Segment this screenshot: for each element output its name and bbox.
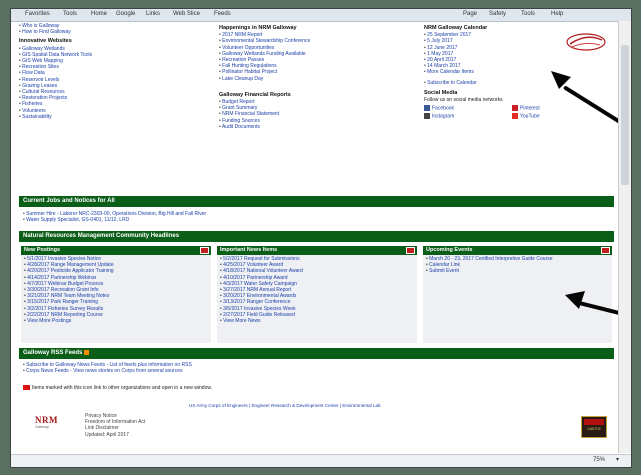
events-list: March 20 - 23, 2017 Certified Interpreti… bbox=[426, 256, 609, 275]
tools-right-menu[interactable]: Tools bbox=[521, 11, 535, 17]
top-left-column: Who is Galloway How to Find Galloway Inn… bbox=[19, 23, 209, 120]
list-item[interactable]: Lake Cleanup Day bbox=[219, 76, 414, 82]
panel-expand-button[interactable] bbox=[406, 247, 415, 254]
view-more-postings-link[interactable]: View More Postings bbox=[24, 318, 208, 324]
news-panel: Important News Items 5/2/2017 Request fo… bbox=[217, 246, 417, 343]
youtube-icon bbox=[512, 113, 518, 120]
google-menu[interactable]: Google bbox=[116, 11, 135, 17]
news-header: Important News Items bbox=[217, 246, 417, 255]
feeds-menu[interactable]: Feeds bbox=[214, 11, 231, 17]
notice-text: Items marked with this icon link to othe… bbox=[32, 385, 213, 391]
nrm-footer-logo: NRM Gateway bbox=[35, 415, 65, 433]
page-menu[interactable]: Page bbox=[463, 11, 477, 17]
favorites-menu[interactable]: Favorites bbox=[25, 11, 50, 17]
external-link-icon bbox=[23, 385, 30, 391]
browser-toolbar: Favorites Tools Home Google Links Web Sl… bbox=[11, 9, 631, 22]
nrm-logo-text: NRM bbox=[35, 415, 58, 425]
instagram-icon bbox=[424, 113, 430, 120]
panel-expand-button[interactable] bbox=[200, 247, 209, 254]
status-bar: 75% ▾ bbox=[11, 454, 631, 467]
nrm-headlines-bar: Natural Resources Management Community H… bbox=[19, 231, 614, 242]
footer-info: Privacy Notice Freedom of Information Ac… bbox=[85, 413, 185, 438]
scrollbar-thumb[interactable] bbox=[621, 45, 629, 185]
castle-badge-top bbox=[584, 419, 604, 425]
castle-badge-text: CASTLE bbox=[587, 427, 601, 431]
social-row: Instagram YouTube bbox=[424, 113, 609, 121]
news-title: Important News Items bbox=[220, 247, 278, 253]
news-list: 5/2/2017 Request for Submissions 4/25/20… bbox=[220, 256, 414, 324]
financial-heading: Galloway Financial Reports bbox=[219, 91, 291, 98]
chevron-down-icon[interactable]: ▾ bbox=[616, 456, 619, 463]
footer-link[interactable]: Environmental Lab bbox=[342, 403, 380, 408]
rss-title: Galloway RSS Feeds bbox=[23, 350, 83, 356]
pinterest-link[interactable]: Pinterest bbox=[512, 105, 540, 112]
new-postings-list: 5/1/2017 Invasive Species Notice 4/28/20… bbox=[24, 256, 208, 324]
rss-bar: Galloway RSS Feeds bbox=[19, 348, 614, 359]
web-slice-menu[interactable]: Web Slice bbox=[173, 11, 200, 17]
list-item[interactable]: Sustainability bbox=[19, 114, 209, 120]
job-link[interactable]: Water Supply Specialist, GS-0401, 11/12,… bbox=[23, 217, 603, 223]
web-page: Who is Galloway How to Find Galloway Inn… bbox=[19, 23, 631, 448]
nrm-logo-sub: Gateway bbox=[35, 425, 49, 429]
footer-link[interactable]: Engineer Research & Development Center bbox=[251, 403, 338, 408]
new-postings-header: New Postings bbox=[21, 246, 211, 255]
castle-badge: CASTLE bbox=[581, 416, 607, 438]
help-menu[interactable]: Help bbox=[551, 11, 563, 17]
vertical-scrollbar[interactable] bbox=[618, 21, 631, 453]
tools-menu[interactable]: Tools bbox=[63, 11, 77, 17]
jobs-bar: Current Jobs and Notices for All bbox=[19, 196, 614, 207]
browser-window: Favorites Tools Home Google Links Web Sl… bbox=[10, 8, 632, 468]
instagram-link[interactable]: Instagram bbox=[424, 113, 454, 120]
innovative-websites-heading: Innovative Websites bbox=[19, 38, 72, 45]
links-menu[interactable]: Links bbox=[146, 11, 160, 17]
list-item[interactable]: How to Find Galloway bbox=[19, 29, 209, 35]
list-item[interactable]: Audit Documents bbox=[219, 124, 414, 130]
footer-link[interactable]: US Army Corps of Engineers bbox=[189, 403, 248, 408]
external-link-notice: Items marked with this icon link to othe… bbox=[23, 385, 603, 391]
new-postings-panel: New Postings 5/1/2017 Invasive Species N… bbox=[21, 246, 211, 343]
youtube-link[interactable]: YouTube bbox=[512, 113, 540, 120]
rss-icon[interactable] bbox=[84, 349, 90, 355]
safety-menu[interactable]: Safety bbox=[489, 11, 506, 17]
calendar-date[interactable]: More Calendar Items bbox=[424, 69, 609, 75]
view-more-news-link[interactable]: View More News bbox=[220, 318, 414, 324]
list-item[interactable]: Submit Event bbox=[426, 268, 609, 274]
facebook-link[interactable]: Facebook bbox=[424, 105, 454, 112]
footer-links: US Army Corps of Engineers | Engineer Re… bbox=[189, 403, 381, 408]
arrowhead-icon bbox=[565, 291, 585, 309]
jobs-list: Summer Hire - Laborer NRC-2303-00, Opera… bbox=[23, 211, 603, 223]
zoom-level[interactable]: 75% bbox=[593, 457, 605, 463]
events-title: Upcoming Events bbox=[426, 247, 473, 253]
new-postings-title: New Postings bbox=[24, 247, 61, 253]
footer-line: Updated: April 2017 bbox=[85, 431, 129, 438]
home-menu[interactable]: Home bbox=[91, 11, 107, 17]
arrowhead-icon bbox=[551, 71, 571, 89]
pinterest-icon bbox=[512, 105, 518, 112]
social-row: Facebook Pinterest bbox=[424, 105, 609, 113]
subscribe-calendar-link[interactable]: Subscribe to Calendar bbox=[424, 80, 609, 86]
rss-link[interactable]: Corps News Feeds - View news stories on … bbox=[23, 368, 603, 374]
facebook-icon bbox=[424, 105, 430, 112]
top-middle-column: Happenings in NRM Galloway 2017 NRM Repo… bbox=[219, 25, 414, 130]
rss-list: Subscribe to Galloway News Feeds - List … bbox=[23, 362, 603, 374]
nrm-gateway-logo bbox=[566, 33, 606, 51]
events-header: Upcoming Events bbox=[423, 246, 612, 255]
panel-expand-button[interactable] bbox=[601, 247, 610, 254]
happenings-heading: Happenings in NRM Galloway bbox=[219, 25, 297, 31]
